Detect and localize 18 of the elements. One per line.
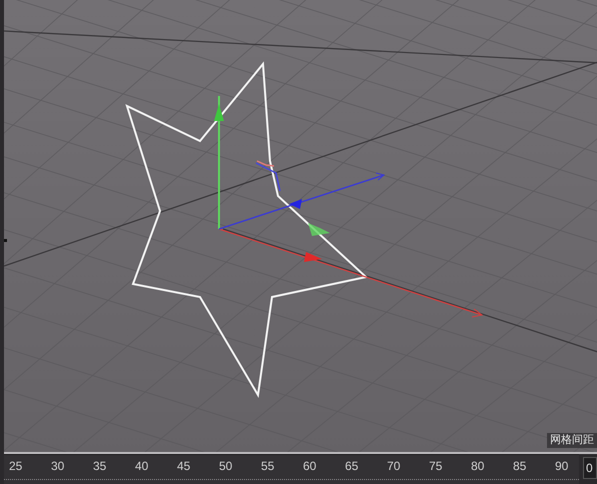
frame-number: 30 — [51, 460, 66, 472]
frame-number: 55 — [261, 460, 276, 472]
frame-number: 65 — [345, 460, 360, 472]
frame-number: 90 — [555, 460, 568, 472]
frame-number: 40 — [135, 460, 150, 472]
grid-spacing-label: 网格间距 — [547, 433, 597, 448]
frame-number: 75 — [429, 460, 444, 472]
frame-number: 80 — [471, 460, 486, 472]
frame-number: 85 — [513, 460, 528, 472]
frame-field[interactable]: 0 — [583, 457, 597, 479]
timeline-ruler[interactable]: 25 30 35 40 45 50 55 60 65 70 75 80 85 90 — [4, 454, 579, 484]
rotation-handle-icon — [256, 160, 330, 236]
frame-number: 35 — [93, 460, 108, 472]
frame-number: 45 — [177, 460, 192, 472]
frame-number: 25 — [9, 460, 24, 472]
frame-number: 60 — [303, 460, 318, 472]
frame-number: 50 — [219, 460, 234, 472]
frame-number: 70 — [387, 460, 402, 472]
